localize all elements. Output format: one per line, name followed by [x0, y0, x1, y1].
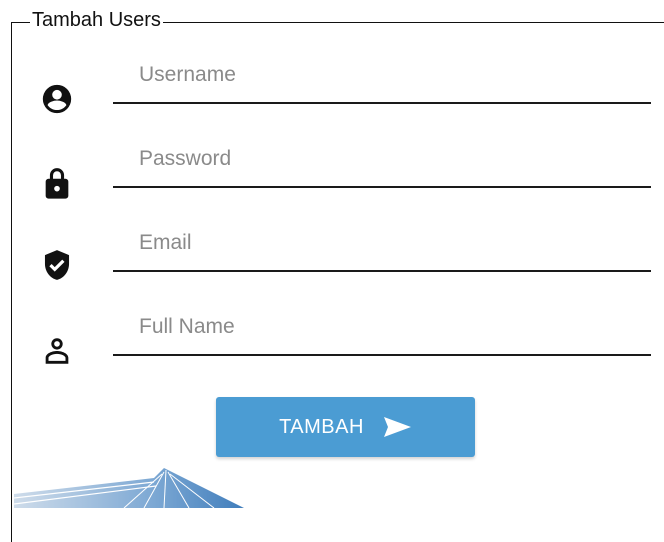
- fieldset-legend: Tambah Users: [30, 8, 163, 32]
- email-input[interactable]: [113, 228, 651, 272]
- password-row: [0, 134, 664, 214]
- shield-check-icon: [40, 248, 74, 282]
- decorative-background-graphic: [14, 468, 244, 508]
- user-circle-icon: [40, 82, 74, 116]
- username-field-wrapper: [113, 60, 651, 104]
- full-name-input[interactable]: [113, 312, 651, 356]
- password-input[interactable]: [113, 144, 651, 188]
- password-field-wrapper: [113, 144, 651, 188]
- username-input[interactable]: [113, 60, 651, 104]
- send-arrow-icon: [382, 416, 412, 438]
- tambah-button-label: TAMBAH: [279, 415, 364, 438]
- username-row: [0, 50, 664, 130]
- fullname-field-wrapper: [113, 312, 651, 356]
- email-row: [0, 218, 664, 298]
- lock-icon: [40, 166, 74, 200]
- fullname-row: [0, 302, 664, 382]
- user-outline-icon: [40, 334, 74, 368]
- email-field-wrapper: [113, 228, 651, 272]
- tambah-button[interactable]: TAMBAH: [216, 397, 475, 457]
